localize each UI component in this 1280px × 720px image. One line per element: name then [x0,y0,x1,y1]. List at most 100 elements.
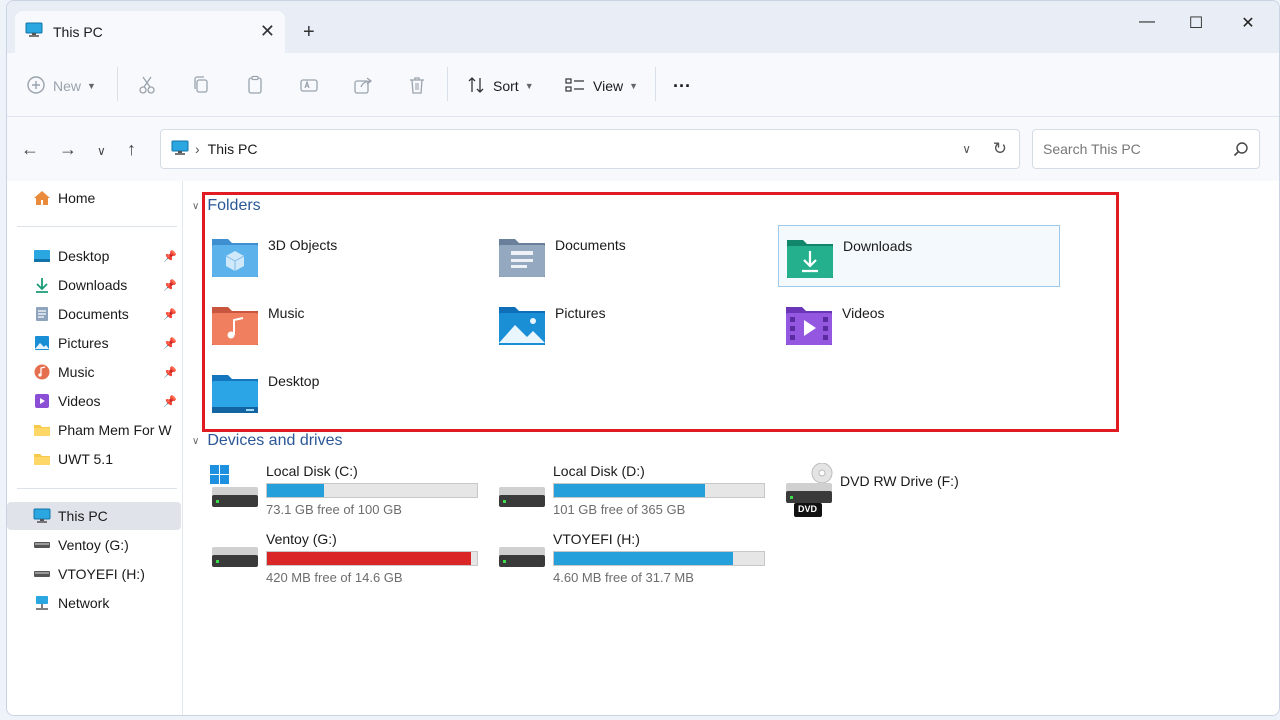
drive-usage-fill [267,484,324,497]
search-box[interactable]: Search This PC [1032,129,1260,169]
pictures-folder-icon [497,299,547,347]
clipboard-icon [245,75,265,98]
recent-locations-chevron-icon[interactable]: ∨ [97,144,106,158]
folder-name: Documents [555,237,626,253]
devices-section-header[interactable]: ∨ Devices and drives [192,432,343,450]
folder-tile-pictures[interactable]: Pictures [491,293,773,355]
folder-name: Videos [842,305,885,321]
drive-name: Ventoy (G:) [266,531,337,547]
folder-name: Pictures [555,305,606,321]
breadcrumb-chevron-icon[interactable]: › [195,141,200,157]
minimize-button[interactable]: — [1133,13,1161,31]
close-tab-icon[interactable]: ✕ [260,21,275,42]
documents-folder-icon [497,231,547,279]
new-button[interactable]: New ▼ [27,71,96,101]
view-button[interactable]: View ▼ [565,71,638,101]
drive-free-space: 73.1 GB free of 100 GB [266,502,402,517]
section-title: Devices and drives [207,432,343,449]
navigation-pane: Home Desktop 📌 Downloads 📌 Documents 📌 P… [7,181,183,715]
main-content: ∨ Folders 3D Objects Documents Downloads [184,181,1279,715]
folder-tile-3d-objects[interactable]: 3D Objects [204,225,486,287]
cut-button[interactable] [137,71,157,101]
tab-this-pc[interactable]: This PC ✕ [15,11,285,53]
chevron-down-icon: ▼ [629,81,639,91]
address-dropdown-icon[interactable]: ∨ [962,142,971,156]
up-arrow-icon[interactable]: ↑ [127,139,136,160]
home-icon [33,190,51,206]
folder-icon [33,451,51,467]
folder-name: Desktop [268,373,320,389]
drive-usage-bar [266,483,478,498]
drive-name: DVD RW Drive (F:) [840,473,959,489]
sort-icon [467,76,485,97]
back-arrow-icon[interactable]: ← [21,139,39,160]
drive-free-space: 420 MB free of 14.6 GB [266,570,403,585]
sidebar-item-network[interactable]: Network [7,589,181,617]
sidebar-item-vtoyefi[interactable]: VTOYEFI (H:) [7,560,181,588]
address-bar[interactable]: › This PC ∨ ↻ [160,129,1020,169]
drive-tile-g[interactable]: Ventoy (G:) 420 MB free of 14.6 GB [210,529,490,589]
drive-usage-fill [267,552,471,565]
divider [655,67,656,101]
more-options-button[interactable]: ··· [673,71,691,101]
monitor-icon [33,508,51,524]
close-window-button[interactable]: ✕ [1234,13,1262,33]
sidebar-item-videos[interactable]: Videos 📌 [7,387,181,415]
drive-tile-dvd[interactable]: DVD DVD RW Drive (F:) [784,461,1064,521]
rename-button[interactable] [299,71,319,101]
paste-button[interactable] [245,71,265,101]
drive-tile-d[interactable]: Local Disk (D:) 101 GB free of 365 GB [497,461,777,521]
sidebar-item-pictures[interactable]: Pictures 📌 [7,329,181,357]
sidebar-item-desktop[interactable]: Desktop 📌 [7,242,181,270]
folder-name: Music [268,305,305,321]
refresh-icon[interactable]: ↻ [993,139,1007,159]
sidebar-item-label: Desktop [58,248,110,264]
folder-tile-music[interactable]: Music [204,293,486,355]
sidebar-item-home[interactable]: Home [7,184,181,212]
sort-button[interactable]: Sort ▼ [467,71,534,101]
drive-name: VTOYEFI (H:) [553,531,640,547]
drive-name: Local Disk (C:) [266,463,358,479]
drive-tile-c[interactable]: Local Disk (C:) 73.1 GB free of 100 GB [210,461,490,521]
maximize-button[interactable]: ☐ [1182,13,1210,33]
sidebar-item-label: Documents [58,306,129,322]
search-icon [1233,141,1249,160]
chevron-down-icon: ∨ [192,200,200,212]
pin-icon: 📌 [163,337,177,350]
sidebar-item-ventoy[interactable]: Ventoy (G:) [7,531,181,559]
delete-button[interactable] [407,71,427,101]
folder-tile-videos[interactable]: Videos [778,293,1060,355]
sidebar-item-downloads[interactable]: Downloads 📌 [7,271,181,299]
drive-usage-fill [554,484,706,497]
folder-tile-documents[interactable]: Documents [491,225,773,287]
share-icon [353,75,373,98]
copy-button[interactable] [191,71,211,101]
divider [17,488,177,489]
folder-tile-downloads[interactable]: Downloads [778,225,1060,287]
new-tab-button[interactable]: + [303,21,315,44]
share-button[interactable] [353,71,373,101]
drive-tile-h[interactable]: VTOYEFI (H:) 4.60 MB free of 31.7 MB [497,529,777,589]
sidebar-item-uwt-folder[interactable]: UWT 5.1 [7,445,181,473]
search-input[interactable]: Search This PC [1043,141,1141,157]
sidebar-item-label: Home [58,190,96,206]
file-explorer-window: This PC ✕ + — ☐ ✕ New ▼ Sort ▼ View ▼ ··… [6,0,1280,716]
sidebar-item-this-pc[interactable]: This PC [7,502,181,530]
folder-tile-desktop[interactable]: Desktop [204,361,486,423]
drive-usage-fill [554,552,733,565]
sidebar-item-music[interactable]: Music 📌 [7,358,181,386]
downloads-folder-icon [785,232,835,280]
folder-icon [33,422,51,438]
desktop-folder-icon [210,367,260,415]
pictures-icon [33,335,51,351]
sidebar-item-pham-mem-folder[interactable]: Pham Mem For W [7,416,181,444]
usb-drive-icon [210,531,260,581]
sidebar-item-label: UWT 5.1 [58,451,113,467]
sidebar-item-label: Ventoy (G:) [58,537,129,553]
sidebar-item-label: This PC [58,508,108,524]
breadcrumb-this-pc[interactable]: This PC [208,141,258,157]
sidebar-item-documents[interactable]: Documents 📌 [7,300,181,328]
forward-arrow-icon[interactable]: → [59,139,77,160]
drive-usage-bar [266,551,478,566]
sidebar-item-label: Downloads [58,277,128,293]
